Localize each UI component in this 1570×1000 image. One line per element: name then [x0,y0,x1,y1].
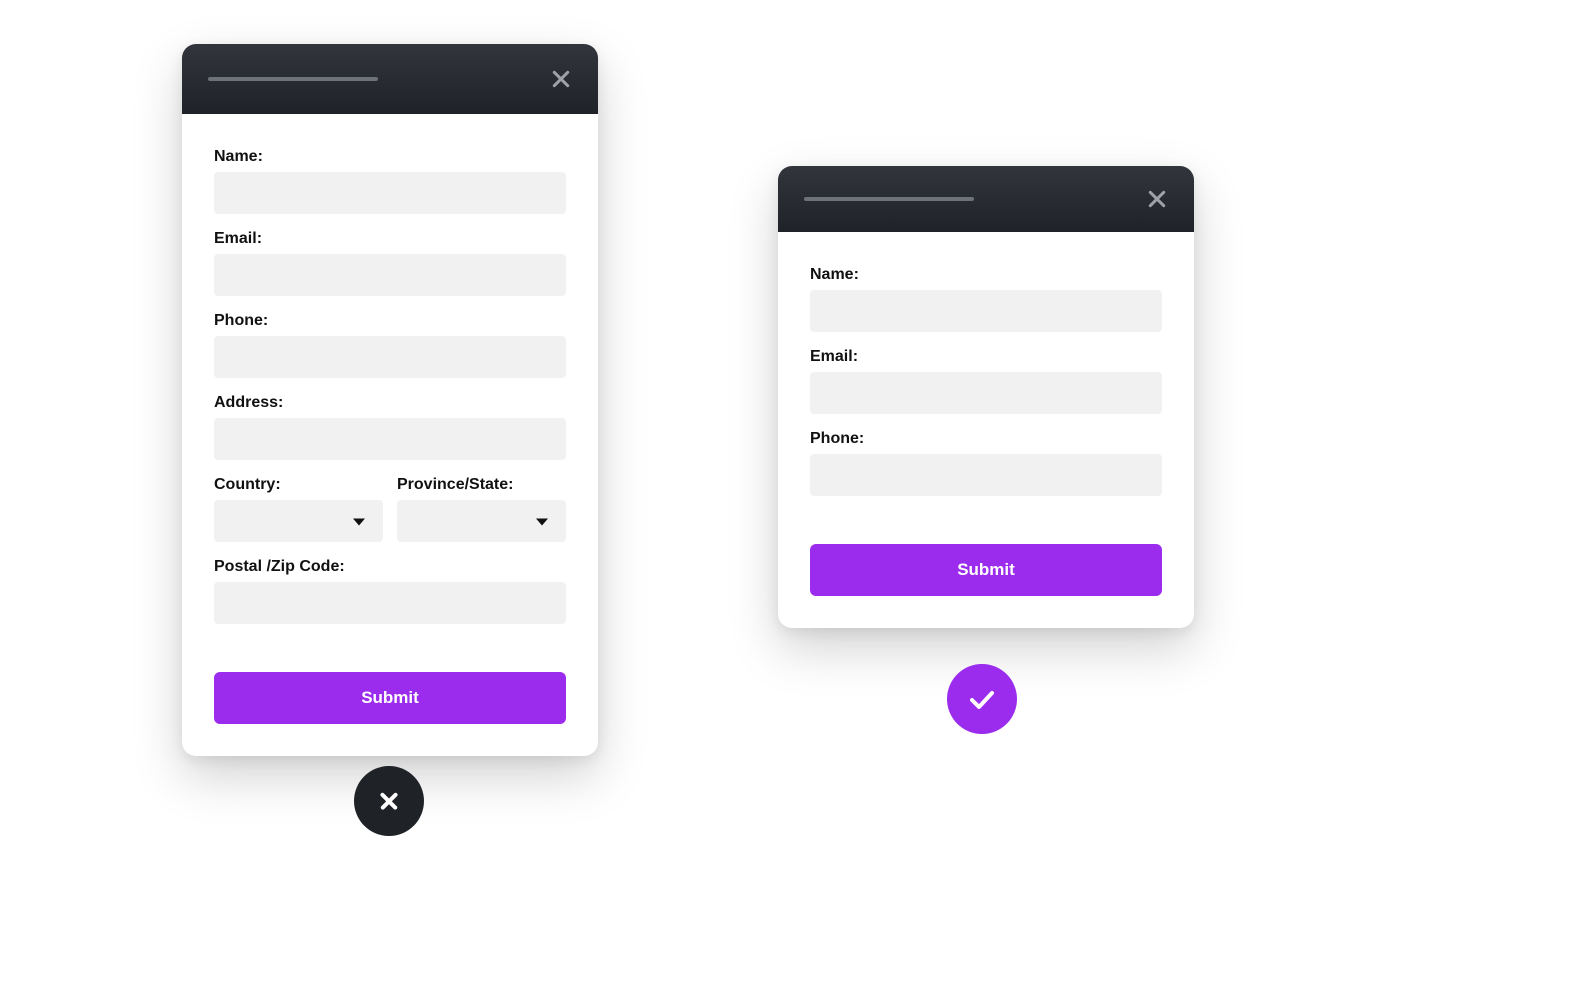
chevron-down-icon [353,519,365,526]
field-phone: Phone: [810,430,1162,496]
close-icon [378,790,400,812]
province-label: Province/State: [397,476,566,494]
country-label: Country: [214,476,383,494]
field-email: Email: [810,348,1162,414]
chevron-down-icon [536,519,548,526]
name-input[interactable] [214,172,566,214]
modal-body: Name: Email: Phone: Submit [778,232,1194,628]
postal-input[interactable] [214,582,566,624]
phone-input[interactable] [810,454,1162,496]
email-label: Email: [214,230,566,248]
postal-label: Postal /Zip Code: [214,558,566,576]
phone-input[interactable] [214,336,566,378]
status-badge-good [947,664,1017,734]
status-badge-bad [354,766,424,836]
submit-button[interactable]: Submit [810,544,1162,596]
name-input[interactable] [810,290,1162,332]
field-country: Country: [214,476,383,542]
row-country-province: Country: Province/State: [214,476,566,542]
field-phone: Phone: [214,312,566,378]
address-input[interactable] [214,418,566,460]
phone-label: Phone: [810,430,1162,448]
name-label: Name: [810,266,1162,284]
email-label: Email: [810,348,1162,366]
check-icon [966,683,998,715]
address-label: Address: [214,394,566,412]
phone-label: Phone: [214,312,566,330]
modal-title-placeholder [208,77,378,81]
form-card-short: Name: Email: Phone: Submit [778,166,1194,628]
name-label: Name: [214,148,566,166]
country-select[interactable] [214,500,383,542]
form-card-long: Name: Email: Phone: Address: Country: [182,44,598,756]
modal-header [182,44,598,114]
field-email: Email: [214,230,566,296]
field-name: Name: [810,266,1162,332]
modal-body: Name: Email: Phone: Address: Country: [182,114,598,756]
modal-title-placeholder [804,197,974,201]
email-input[interactable] [214,254,566,296]
close-icon[interactable] [1146,188,1168,210]
field-province: Province/State: [397,476,566,542]
email-input[interactable] [810,372,1162,414]
modal-header [778,166,1194,232]
province-select[interactable] [397,500,566,542]
close-icon[interactable] [550,68,572,90]
submit-button[interactable]: Submit [214,672,566,724]
field-address: Address: [214,394,566,460]
field-name: Name: [214,148,566,214]
field-postal: Postal /Zip Code: [214,558,566,624]
